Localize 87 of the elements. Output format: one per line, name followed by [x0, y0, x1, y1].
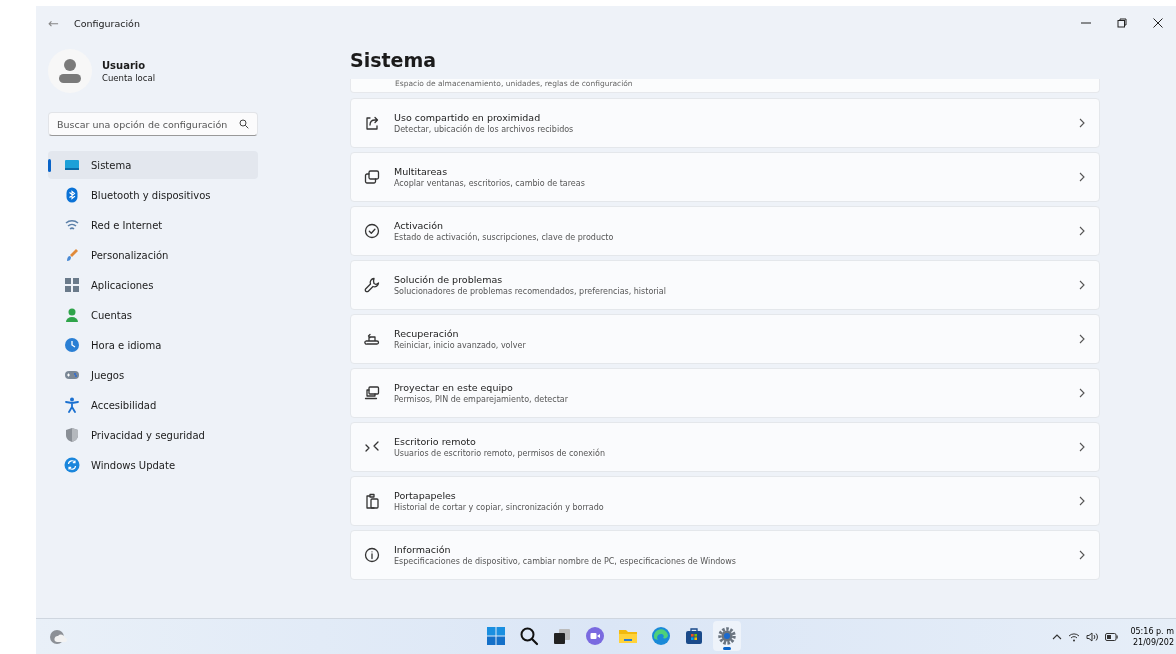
card-title: Solución de problemas: [394, 274, 504, 285]
weather-icon[interactable]: [49, 627, 67, 646]
wrench-icon: [364, 277, 380, 293]
sidebar-item[interactable]: Cuentas: [48, 301, 258, 329]
window-title: Configuración: [74, 17, 140, 29]
battery-icon[interactable]: [1105, 632, 1119, 641]
shield-icon: [64, 427, 80, 443]
chevron-right-icon: [1079, 118, 1085, 128]
settings-card[interactable]: Información Especificaciones de dispositivo, cambiar nombre de PC, especificaciones de Windows: [350, 530, 1100, 580]
browser-icon: [651, 626, 671, 646]
card-subtitle: Especificaciones de dispositivo, cambiar nombre de PC, especificaciones de Windows: [394, 557, 737, 566]
chevron-right-icon: [1079, 172, 1085, 182]
sidebar-item[interactable]: Accesibilidad: [48, 391, 258, 419]
settings-card[interactable]: Escritorio remoto Usuarios de escritorio remoto, permisos de conexión: [350, 422, 1100, 472]
sidebar-item[interactable]: Personalización: [48, 241, 258, 269]
update-icon: [64, 457, 80, 473]
card-subtitle: Historial de cortar y copiar, sincronización y borrado: [394, 503, 605, 512]
sidebar-item[interactable]: Aplicaciones: [48, 271, 258, 299]
accessibility-icon: [64, 397, 80, 413]
chevron-right-icon: [1079, 226, 1085, 236]
settings-icon: [717, 626, 737, 646]
search-icon: [239, 119, 249, 129]
settings-card[interactable]: Solución de problemas Solucionadores de problemas recomendados, preferencias, historial: [350, 260, 1100, 310]
chevron-right-icon: [1079, 442, 1085, 452]
user-name: Usuario: [102, 59, 147, 71]
brush-icon: [64, 247, 80, 263]
sidebar-item[interactable]: Privacidad y seguridad: [48, 421, 258, 449]
clock[interactable]: 05:16 p. m 21/09/202: [1130, 625, 1176, 648]
chevron-right-icon: [1079, 280, 1085, 290]
settings-card[interactable]: Activación Estado de activación, suscripciones, clave de producto: [350, 206, 1100, 256]
sidebar-item[interactable]: Sistema: [48, 151, 258, 179]
chevron-right-icon: [1079, 550, 1085, 560]
card-title: Multitareas: [394, 166, 449, 177]
settings-card[interactable]: Uso compartido en proximidad Detectar, ubicación de los archivos recibidos: [350, 98, 1100, 148]
video-chat-icon: [585, 626, 605, 646]
card-subtitle: Usuarios de escritorio remoto, permisos de conexión: [394, 449, 607, 458]
search-icon: [519, 626, 539, 646]
card-title: Uso compartido en proximidad: [394, 112, 542, 123]
card-title: Activación: [394, 220, 445, 231]
card-subtitle: Acoplar ventanas, escritorios, cambio de tareas: [394, 179, 586, 188]
sidebar-item[interactable]: Hora e idioma: [48, 331, 258, 359]
system-icon: [64, 157, 80, 173]
settings-card[interactable]: Proyectar en este equipo Permisos, PIN de emparejamiento, detectar: [350, 368, 1100, 418]
page-heading: Sistema: [350, 49, 438, 73]
settings-card[interactable]: Multitareas Acoplar ventanas, escritorios, cambio de tareas: [350, 152, 1100, 202]
clock-icon: [64, 337, 80, 353]
chevron-right-icon: [1079, 334, 1085, 344]
card-title: Recuperación: [394, 328, 460, 339]
speaker-icon[interactable]: [1086, 631, 1100, 642]
sidebar-item[interactable]: Windows Update: [48, 451, 258, 479]
apps-icon: [64, 277, 80, 293]
sidebar-item[interactable]: Bluetooth y dispositivos: [48, 181, 258, 209]
settings-card[interactable]: Portapapeles Historial de cortar y copiar, sincronización y borrado: [350, 476, 1100, 526]
card-title: Información: [394, 544, 452, 555]
account-type: Cuenta local: [102, 72, 155, 83]
bluetooth-icon: [64, 187, 80, 203]
windows-logo-icon: [486, 626, 506, 646]
share-icon: [364, 115, 380, 131]
card-title: Proyectar en este equipo: [394, 382, 514, 393]
card-subtitle: Estado de activación, suscripciones, clave de producto: [394, 233, 615, 242]
store-bag-icon: [684, 626, 704, 646]
projection-icon: [364, 385, 380, 401]
stacked-windows-icon: [552, 626, 572, 646]
card-title: Escritorio remoto: [394, 436, 477, 447]
info-icon: [364, 547, 380, 563]
clipboard-icon: [364, 493, 380, 509]
search-field[interactable]: Buscar una opción de configuración: [48, 112, 258, 136]
overlapping-windows-icon: [364, 169, 380, 185]
close-icon: [1152, 17, 1164, 29]
sidebar-item[interactable]: Red e Internet: [48, 211, 258, 239]
restore-icon: [1116, 17, 1128, 29]
card-subtitle: Permisos, PIN de emparejamiento, detectar: [394, 395, 569, 404]
chevron-up-icon[interactable]: [1052, 633, 1063, 640]
chevron-right-icon: [1079, 388, 1085, 398]
wifi-icon[interactable]: [1068, 631, 1081, 642]
chevron-right-icon: [1079, 496, 1085, 506]
wifi-icon: [64, 217, 80, 233]
person-silhouette-icon: [59, 58, 81, 84]
sidebar-item[interactable]: Juegos: [48, 361, 258, 389]
settings-card[interactable]: Recuperación Reiniciar, inicio avanzado, volver: [350, 314, 1100, 364]
person-icon: [64, 307, 80, 323]
card-subtitle: Reiniciar, inicio avanzado, volver: [394, 341, 527, 350]
card-subtitle: Detectar, ubicación de los archivos recibidos: [394, 125, 575, 134]
recovery-icon: [364, 331, 380, 347]
card-subtitle: Solucionadores de problemas recomendados, preferencias, historial: [394, 287, 667, 296]
card-title: Portapapeles: [394, 490, 457, 501]
checkmark-circle-icon: [364, 223, 380, 239]
